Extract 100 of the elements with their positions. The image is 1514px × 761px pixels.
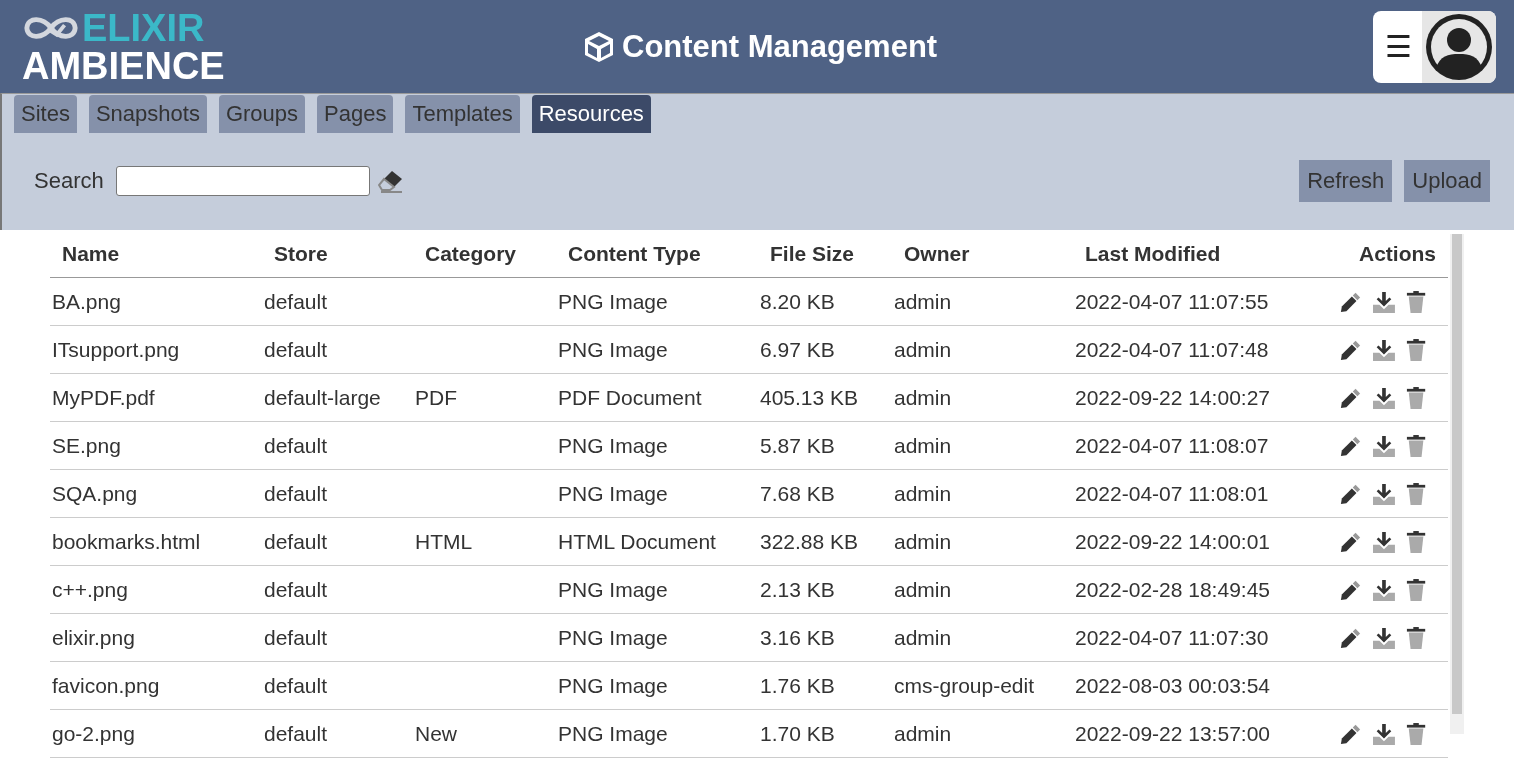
- table-cell: bookmarks.html: [52, 529, 201, 553]
- menu-icon[interactable]: ☰: [1385, 29, 1422, 64]
- cube-icon: [582, 29, 616, 64]
- tab[interactable]: Templates: [405, 95, 520, 133]
- table-cell: SQA.png: [52, 481, 138, 505]
- table-cell: c++.png: [52, 577, 128, 601]
- tab[interactable]: Resources: [531, 95, 651, 133]
- table-cell: 2.13 KB: [760, 577, 835, 601]
- table-cell: 2022-09-22 13:57:00: [1075, 721, 1270, 745]
- download-icon[interactable]: [1372, 529, 1395, 554]
- page-title: Content Management: [622, 28, 938, 65]
- table-cell: default: [264, 577, 328, 601]
- trash-icon[interactable]: [1405, 385, 1426, 410]
- refresh-button[interactable]: Refresh: [1299, 160, 1393, 202]
- table-cell: PDF Document: [558, 385, 702, 409]
- trash-icon[interactable]: [1405, 433, 1426, 458]
- table-cell: 322.88 KB: [760, 529, 859, 553]
- trash-icon[interactable]: [1405, 529, 1426, 554]
- column-header: Category: [424, 241, 518, 266]
- tab[interactable]: Groups: [218, 95, 306, 133]
- scrollbar[interactable]: [1450, 234, 1464, 734]
- table-cell: 3.16 KB: [760, 625, 835, 649]
- user-menu[interactable]: ☰: [1373, 10, 1496, 83]
- table-cell: default: [264, 433, 328, 457]
- trash-icon[interactable]: [1405, 337, 1426, 362]
- table-cell: 8.20 KB: [760, 289, 835, 313]
- table-cell: admin: [894, 625, 952, 649]
- table-cell: admin: [894, 433, 952, 457]
- table-cell: HTML Document: [558, 529, 716, 553]
- table-cell: 2022-04-07 11:08:07: [1075, 433, 1269, 457]
- tab[interactable]: Sites: [14, 95, 77, 133]
- tab[interactable]: Pages: [317, 95, 394, 133]
- table-cell: PNG Image: [558, 673, 668, 697]
- table-cell: elixir.png: [52, 625, 135, 649]
- table-cell: admin: [894, 289, 952, 313]
- table-cell: PNG Image: [558, 721, 668, 745]
- table-cell: PNG Image: [558, 481, 668, 505]
- column-header: Content Type: [567, 241, 702, 266]
- table-cell: New: [415, 721, 457, 745]
- download-icon[interactable]: [1372, 577, 1395, 602]
- download-icon[interactable]: [1372, 337, 1395, 362]
- download-icon[interactable]: [1372, 625, 1395, 650]
- search-field[interactable]: [115, 166, 370, 196]
- table-cell: PNG Image: [558, 577, 668, 601]
- table-cell: default-large: [264, 385, 381, 409]
- table-cell: default: [264, 481, 328, 505]
- table-cell: 2022-04-07 11:08:01: [1075, 481, 1269, 505]
- table-cell: 1.70 KB: [760, 721, 835, 745]
- table-cell: default: [264, 721, 328, 745]
- table-cell: admin: [894, 529, 952, 553]
- column-header: Last Modified: [1084, 241, 1222, 266]
- trash-icon[interactable]: [1405, 625, 1426, 650]
- table-cell: go-2.png: [52, 721, 135, 745]
- logo-text: AMBIENCE: [22, 46, 226, 85]
- table-cell: 5.87 KB: [760, 433, 835, 457]
- tab[interactable]: Snapshots: [88, 95, 207, 133]
- table-cell: default: [264, 337, 328, 361]
- trash-icon[interactable]: [1405, 481, 1426, 506]
- column-header: Store: [273, 241, 329, 266]
- table-cell: admin: [894, 337, 952, 361]
- table-cell: PDF: [415, 385, 457, 409]
- avatar-icon[interactable]: [1424, 11, 1494, 82]
- table-cell: 2022-09-22 14:00:01: [1075, 529, 1270, 553]
- download-icon[interactable]: [1372, 481, 1395, 506]
- table-cell: default: [264, 529, 328, 553]
- table-cell: 2022-04-07 11:07:48: [1075, 337, 1269, 361]
- download-icon[interactable]: [1372, 385, 1395, 410]
- column-header: Owner: [903, 241, 971, 266]
- table-cell: admin: [894, 481, 952, 505]
- search-label: Search: [34, 168, 104, 194]
- table-cell: PNG Image: [558, 337, 668, 361]
- table-cell: PNG Image: [558, 289, 668, 313]
- table-cell: 2022-09-22 14:00:27: [1075, 385, 1270, 409]
- table-cell: cms-group-edit: [894, 673, 1035, 697]
- trash-icon[interactable]: [1405, 721, 1426, 746]
- table-cell: 2022-04-07 11:07:30: [1075, 625, 1269, 649]
- download-icon[interactable]: [1372, 289, 1395, 314]
- table-cell: PNG Image: [558, 433, 668, 457]
- table-cell: 405.13 KB: [760, 385, 859, 409]
- table-cell: SE.png: [52, 433, 121, 457]
- table-cell: default: [264, 289, 328, 313]
- table-cell: default: [264, 673, 328, 697]
- trash-icon[interactable]: [1405, 577, 1426, 602]
- eraser-icon[interactable]: [377, 169, 404, 193]
- logo-text: ELIXIR: [82, 8, 205, 47]
- download-icon[interactable]: [1372, 721, 1395, 746]
- table-cell: 7.68 KB: [760, 481, 835, 505]
- table-cell: BA.png: [52, 289, 121, 313]
- table-cell: 2022-04-07 11:07:55: [1075, 289, 1269, 313]
- table-cell: admin: [894, 721, 952, 745]
- table-cell: MyPDF.pdf: [52, 385, 155, 409]
- upload-button[interactable]: Upload: [1404, 160, 1490, 202]
- table-cell: admin: [894, 577, 952, 601]
- column-header: Name: [61, 241, 121, 266]
- table-cell: 2022-02-28 18:49:45: [1075, 577, 1270, 601]
- table-cell: favicon.png: [52, 673, 160, 697]
- trash-icon[interactable]: [1405, 289, 1426, 314]
- table-cell: 1.76 KB: [760, 673, 835, 697]
- download-icon[interactable]: [1372, 433, 1395, 458]
- column-header: File Size: [769, 241, 856, 266]
